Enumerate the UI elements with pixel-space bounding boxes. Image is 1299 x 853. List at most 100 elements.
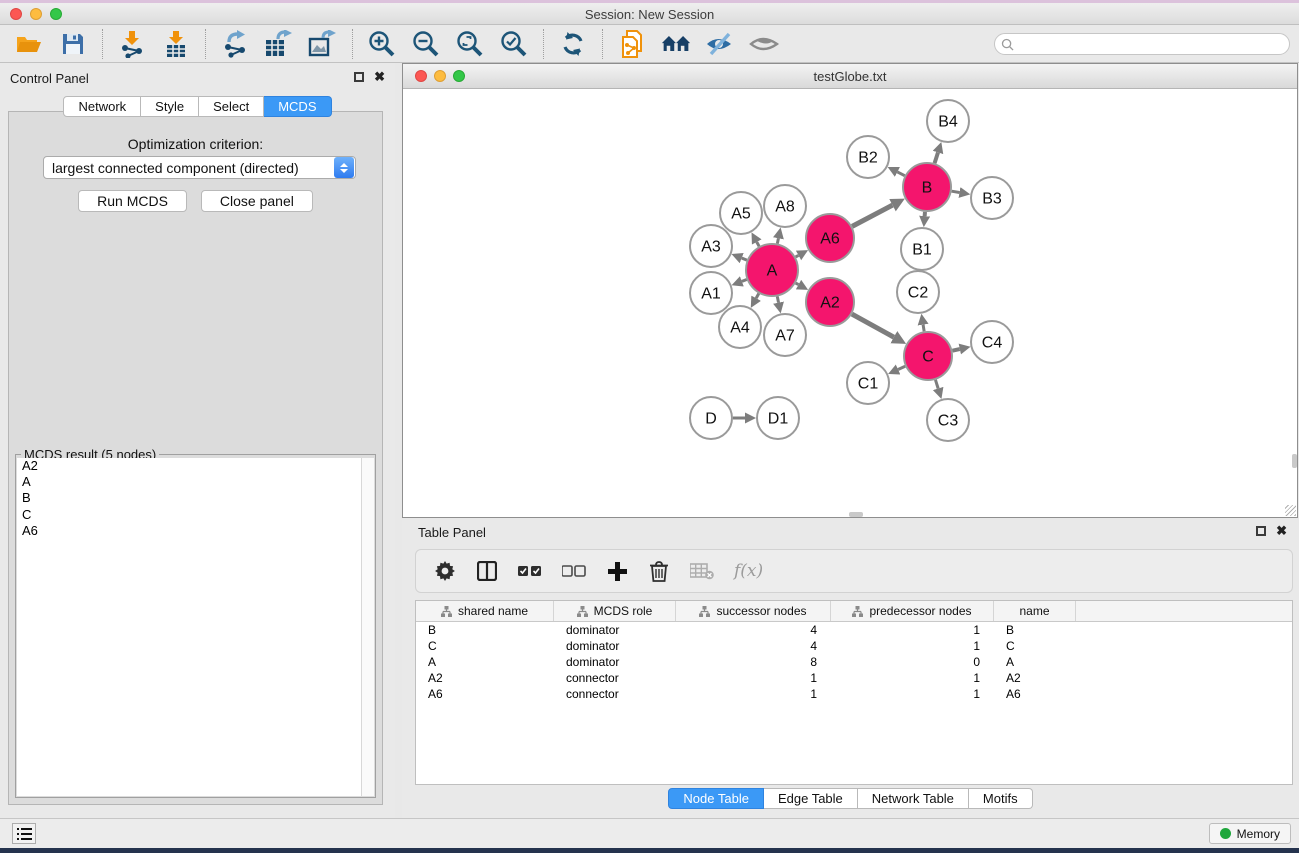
table-cell[interactable]: 1 <box>676 686 831 702</box>
edge-C-C3[interactable] <box>935 380 938 389</box>
node-A2[interactable]: A2 <box>806 278 854 326</box>
hide-panel-icon[interactable] <box>705 29 735 59</box>
export-table-icon[interactable] <box>264 29 294 59</box>
float-table-panel-icon[interactable] <box>1256 526 1266 536</box>
table-cell[interactable]: B <box>994 622 1076 638</box>
close-table-panel-icon[interactable]: ✖ <box>1276 526 1287 536</box>
node-B[interactable]: B <box>903 163 951 211</box>
result-list-scrollbar[interactable] <box>361 458 374 796</box>
zoom-out-icon[interactable] <box>411 29 441 59</box>
table-row[interactable]: Cdominator41C <box>416 638 1292 654</box>
import-table-icon[interactable] <box>161 29 191 59</box>
tab-select[interactable]: Select <box>199 96 264 117</box>
node-B3[interactable]: B3 <box>971 177 1013 219</box>
tab-motifs[interactable]: Motifs <box>969 788 1033 809</box>
close-panel-button[interactable]: Close panel <box>201 190 313 212</box>
table-cell[interactable]: 1 <box>831 686 994 702</box>
node-A8[interactable]: A8 <box>764 185 806 227</box>
node-B4[interactable]: B4 <box>927 100 969 142</box>
show-columns-icon[interactable] <box>476 559 498 583</box>
refresh-icon[interactable] <box>558 29 588 59</box>
edge-C-C2[interactable] <box>923 325 924 332</box>
table-cell[interactable]: 0 <box>831 654 994 670</box>
node-A7[interactable]: A7 <box>764 314 806 356</box>
node-A[interactable]: A <box>746 244 798 296</box>
table-cell[interactable]: dominator <box>554 638 676 654</box>
criterion-dropdown[interactable]: largest connected component (directed) <box>43 156 356 179</box>
edge-A-A6[interactable] <box>796 255 799 257</box>
edge-A2-C[interactable] <box>852 314 894 337</box>
table-cell[interactable]: 4 <box>676 638 831 654</box>
node-C1[interactable]: C1 <box>847 362 889 404</box>
add-column-icon[interactable] <box>606 559 628 583</box>
table-cell[interactable]: A <box>416 654 554 670</box>
tab-network-table[interactable]: Network Table <box>858 788 969 809</box>
node-D1[interactable]: D1 <box>757 397 799 439</box>
mcds-result-item[interactable]: A6 <box>17 523 362 539</box>
open-file-icon[interactable] <box>14 29 44 59</box>
edge-A-A5[interactable] <box>757 242 759 246</box>
edge-B-B2[interactable] <box>897 172 904 176</box>
edge-A-A4[interactable] <box>756 294 759 299</box>
close-panel-icon[interactable]: ✖ <box>374 72 385 82</box>
edge-A-A7[interactable] <box>777 296 778 302</box>
node-A4[interactable]: A4 <box>719 306 761 348</box>
float-panel-icon[interactable] <box>354 72 364 82</box>
mcds-result-list[interactable]: A2ABCA6 <box>17 458 362 796</box>
export-network-icon[interactable] <box>220 29 250 59</box>
tab-mcds[interactable]: MCDS <box>264 96 331 117</box>
table-cell[interactable]: 1 <box>831 622 994 638</box>
table-settings-gear-icon[interactable] <box>434 559 456 583</box>
table-cell[interactable]: 1 <box>676 670 831 686</box>
edge-A-A8[interactable] <box>777 238 778 243</box>
edge-A-A1[interactable] <box>742 280 747 282</box>
table-cell[interactable]: A6 <box>416 686 554 702</box>
network-window-titlebar[interactable]: testGlobe.txt <box>403 64 1297 89</box>
search-input[interactable] <box>1018 37 1278 51</box>
table-row[interactable]: A6connector11A6 <box>416 686 1292 702</box>
node-A3[interactable]: A3 <box>690 225 732 267</box>
mcds-result-item[interactable]: C <box>17 507 362 523</box>
node-D[interactable]: D <box>690 397 732 439</box>
table-cell[interactable]: B <box>416 622 554 638</box>
table-row[interactable]: Adominator80A <box>416 654 1292 670</box>
node-A6[interactable]: A6 <box>806 214 854 262</box>
import-network-icon[interactable] <box>117 29 147 59</box>
edge-A6-B[interactable] <box>852 205 892 226</box>
table-cell[interactable]: A <box>994 654 1076 670</box>
tab-network[interactable]: Network <box>63 96 141 117</box>
table-cell[interactable]: connector <box>554 686 676 702</box>
table-cell[interactable]: 8 <box>676 654 831 670</box>
column-header-shared-name[interactable]: shared name <box>416 601 554 621</box>
edge-B-B3[interactable] <box>952 191 960 192</box>
memory-button[interactable]: Memory <box>1209 823 1291 844</box>
table-cell[interactable]: dominator <box>554 654 676 670</box>
select-all-icon[interactable] <box>518 559 542 583</box>
canvas-horizontal-scrollbar[interactable] <box>849 512 863 517</box>
node-C2[interactable]: C2 <box>897 271 939 313</box>
table-row[interactable]: Bdominator41B <box>416 622 1292 638</box>
table-cell[interactable]: 1 <box>831 638 994 654</box>
save-session-icon[interactable] <box>58 29 88 59</box>
node-A1[interactable]: A1 <box>690 272 732 314</box>
zoom-fit-icon[interactable] <box>455 29 485 59</box>
edge-A-A3[interactable] <box>742 258 747 260</box>
node-C4[interactable]: C4 <box>971 321 1013 363</box>
column-header-successor-nodes[interactable]: successor nodes <box>676 601 831 621</box>
task-history-button[interactable] <box>12 823 36 844</box>
canvas-vertical-scrollbar[interactable] <box>1292 454 1297 468</box>
zoom-in-icon[interactable] <box>367 29 397 59</box>
network-canvas[interactable]: AA6A2BCA5A8A3A1A4A7B2B4B3B1C2C4C1C3DD1 <box>403 89 1297 517</box>
zoom-selected-icon[interactable] <box>499 29 529 59</box>
node-C[interactable]: C <box>904 332 952 380</box>
mcds-result-item[interactable]: B <box>17 490 362 506</box>
edge-A-A2[interactable] <box>796 283 799 285</box>
table-cell[interactable]: C <box>994 638 1076 654</box>
table-cell[interactable]: A2 <box>416 670 554 686</box>
table-cell[interactable]: C <box>416 638 554 654</box>
run-mcds-button[interactable]: Run MCDS <box>78 190 187 212</box>
mcds-result-item[interactable]: A <box>17 474 362 490</box>
delete-column-trash-icon[interactable] <box>648 559 670 583</box>
node-B1[interactable]: B1 <box>901 228 943 270</box>
mcds-result-item[interactable]: A2 <box>17 458 362 474</box>
